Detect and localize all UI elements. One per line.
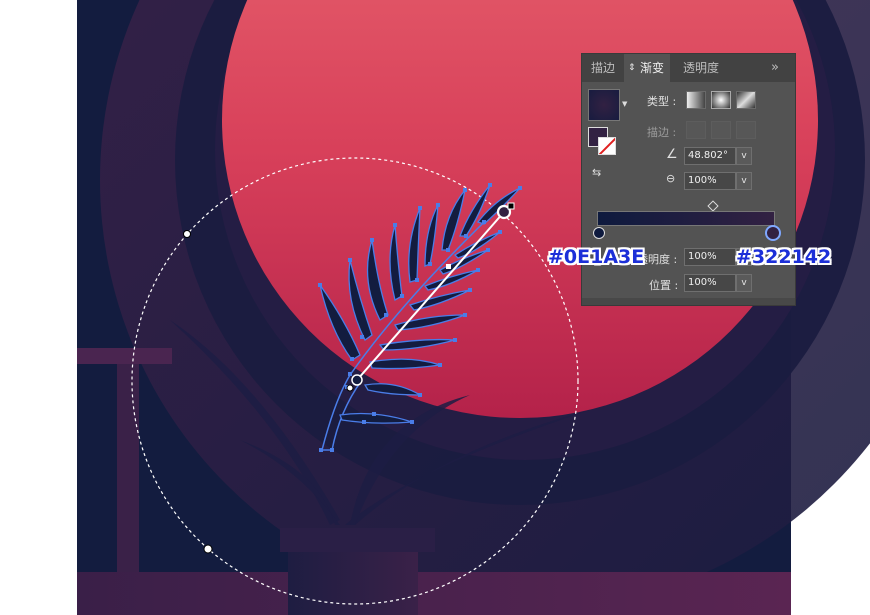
annotator-handle-bottom[interactable]: [203, 544, 213, 554]
pot-body: [288, 552, 418, 615]
panel-resize-grip[interactable]: [582, 298, 795, 305]
gradient-origin-point[interactable]: [346, 384, 354, 392]
tab-gradient[interactable]: ⇕ 渐变: [624, 54, 671, 82]
gradient-midpoint-diamond[interactable]: [707, 200, 719, 212]
panel-menu-icon[interactable]: »: [765, 54, 785, 82]
stroke-gradient-btn-2[interactable]: [711, 121, 731, 139]
floor: [77, 572, 791, 615]
angle-dropdown[interactable]: v: [736, 147, 752, 165]
opacity-input[interactable]: 100%: [684, 248, 736, 266]
gradient-panel: 描边 ⇕ 渐变 透明度 » ▼ 类型 : 描边 : ⇆ ∠ 48.802° v …: [581, 53, 796, 306]
panel-tabbar: 描边 ⇕ 渐变 透明度 »: [582, 54, 795, 82]
aspect-ratio-dropdown[interactable]: v: [736, 172, 752, 190]
position-label: 位置 :: [649, 279, 679, 292]
tab-transparency[interactable]: 透明度: [677, 54, 725, 82]
angle-icon: ∠: [666, 147, 678, 162]
gradient-stop-start[interactable]: [593, 227, 605, 239]
aspect-ratio-input[interactable]: 100%: [684, 172, 736, 190]
gradient-bar[interactable]: [597, 211, 775, 226]
stroke-label: 描边 :: [647, 126, 677, 139]
tab-gradient-arrows-icon: ⇕: [628, 63, 636, 73]
tab-stroke[interactable]: 描边: [585, 54, 621, 82]
position-dropdown[interactable]: v: [736, 274, 752, 292]
gradient-swatch-icon[interactable]: [588, 89, 620, 121]
stroke-swatch[interactable]: [598, 137, 616, 155]
type-label: 类型 :: [647, 95, 677, 108]
table-top: [77, 348, 172, 364]
start-color-hex-annotation: #0E1A3E: [548, 246, 645, 268]
aspect-ratio-icon: ⊖: [666, 172, 676, 185]
tab-gradient-label: 渐变: [640, 61, 665, 75]
linear-gradient-button[interactable]: [686, 91, 706, 109]
stroke-gradient-btn-1[interactable]: [686, 121, 706, 139]
annotator-handle-top[interactable]: [183, 230, 191, 238]
pot-rim: [280, 528, 435, 552]
gradient-midpoint-marker[interactable]: [446, 264, 451, 269]
gradient-start-handle[interactable]: [351, 374, 363, 386]
freeform-gradient-button[interactable]: [736, 91, 756, 109]
angle-input[interactable]: 48.802°: [684, 147, 736, 165]
gradient-end-square[interactable]: [507, 202, 515, 210]
end-color-hex-annotation: #322142: [736, 246, 832, 268]
stroke-gradient-btn-3[interactable]: [736, 121, 756, 139]
position-input[interactable]: 100%: [684, 274, 736, 292]
gradient-stop-end[interactable]: [765, 225, 781, 241]
reverse-gradient-icon[interactable]: ⇆: [592, 166, 601, 179]
radial-gradient-button[interactable]: [711, 91, 731, 109]
swatch-dropdown-icon[interactable]: ▼: [622, 100, 627, 108]
